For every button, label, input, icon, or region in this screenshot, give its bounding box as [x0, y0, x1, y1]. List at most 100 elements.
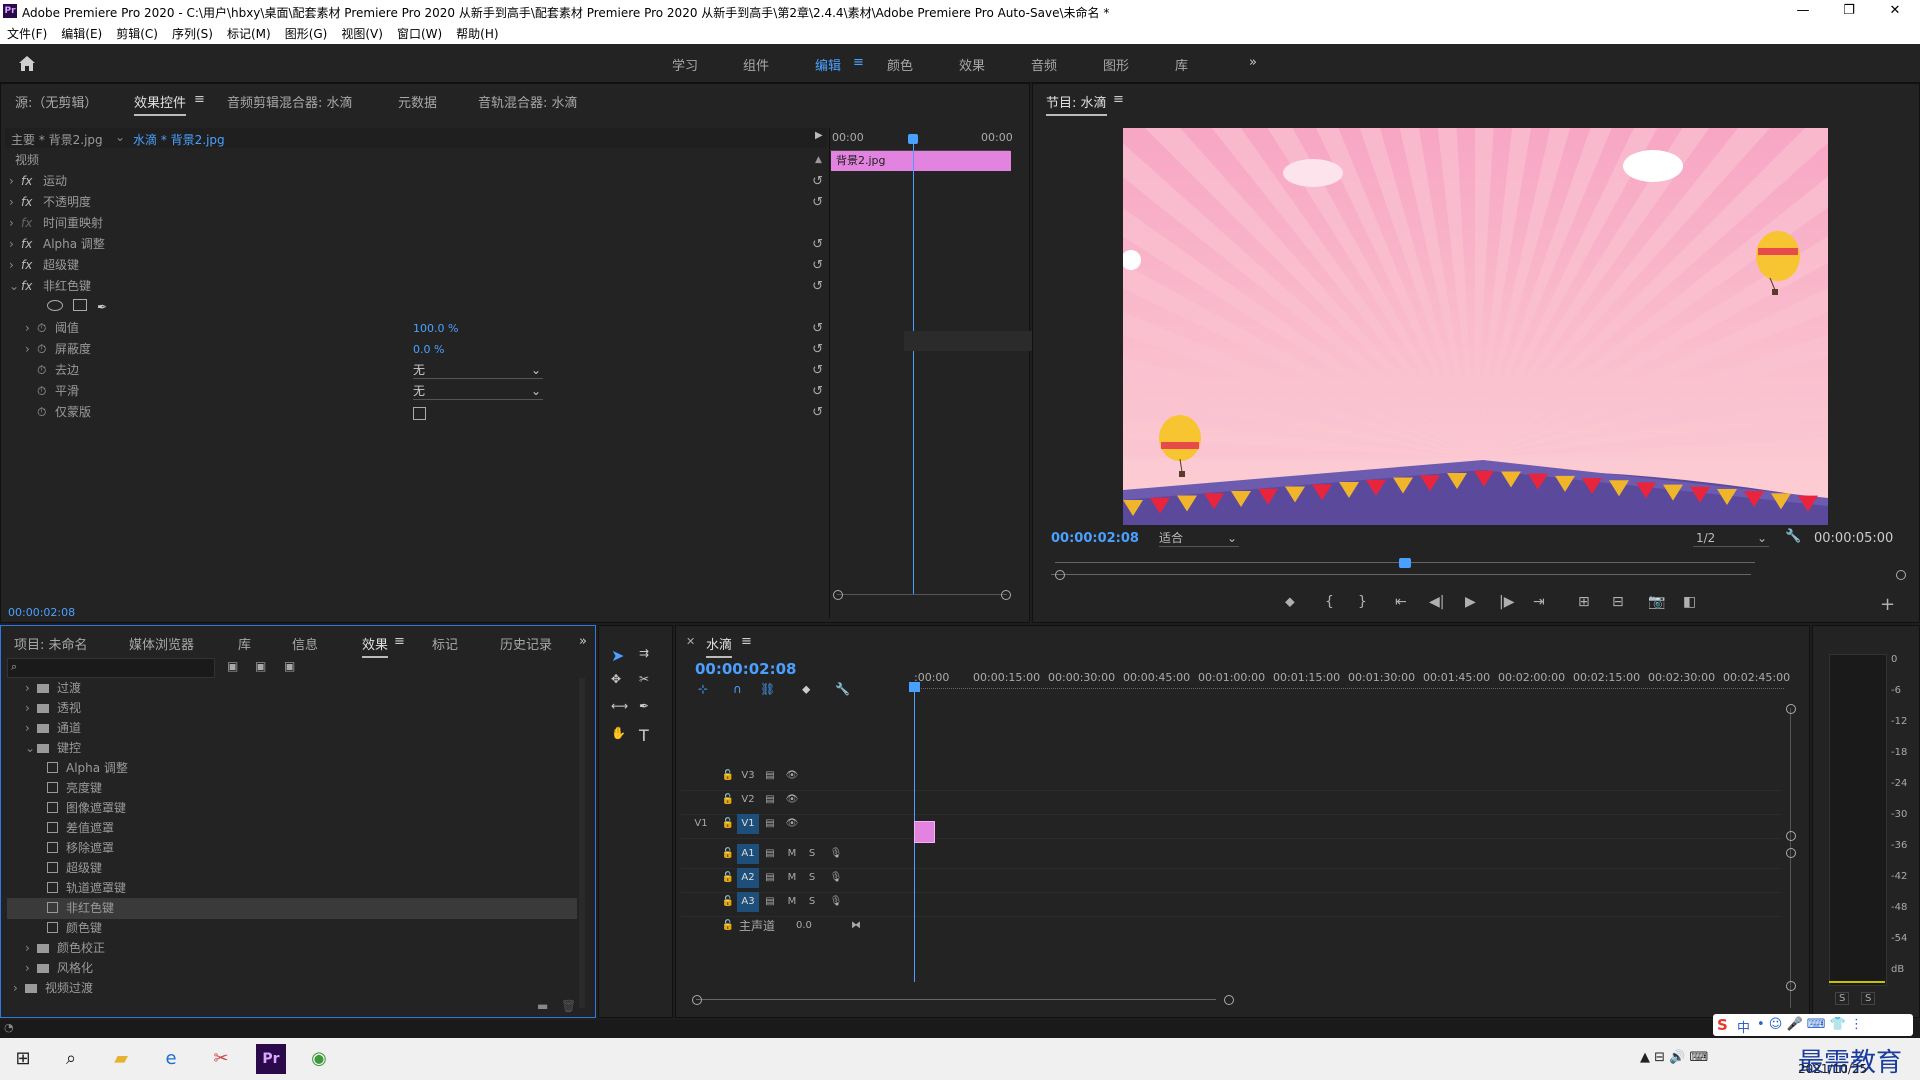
mask-only-checkbox[interactable] — [413, 407, 426, 420]
panel-menu-icon[interactable]: ≡ — [394, 634, 405, 649]
add-button-icon[interactable]: + — [1880, 594, 1895, 615]
tab-media-browser[interactable]: 媒体浏览器 — [129, 634, 194, 653]
param-value[interactable]: 0.0 % — [413, 339, 444, 360]
ec-timecode[interactable]: 00:00:02:08 — [8, 606, 75, 619]
track-target[interactable]: V1 — [737, 814, 759, 834]
menu-clip[interactable]: 剪辑(C) — [109, 24, 165, 44]
workspace-color[interactable]: 颜色 — [887, 55, 913, 74]
more-tabs-icon[interactable]: » — [579, 634, 587, 649]
nest-toggle-icon[interactable]: ⊹ — [698, 682, 708, 696]
fx-badge-icon[interactable]: fx — [21, 276, 43, 297]
ec-clip-bar[interactable]: 背景2.jpg — [831, 151, 1011, 171]
disclosure-icon[interactable]: › — [25, 718, 37, 739]
disclosure-icon[interactable]: › — [9, 255, 21, 276]
track-target[interactable]: V3 — [737, 766, 759, 786]
tab-effect-controls[interactable]: 效果控件 — [134, 92, 187, 116]
video-track-row[interactable]: 🔓 V2 ▤ 👁 — [681, 790, 1781, 815]
step-back-icon[interactable]: ◀| — [1429, 594, 1444, 610]
folder-item[interactable]: › 通道 — [7, 718, 577, 739]
go-to-in-icon[interactable]: ⇤ — [1395, 594, 1407, 610]
effect-item[interactable]: 超级键 — [7, 858, 577, 879]
param-row[interactable]: ⏱ 平滑无 ⌄ ↺ — [25, 381, 827, 402]
effect-item[interactable]: Alpha 调整 — [7, 758, 577, 779]
sync-lock-icon[interactable]: ▤ — [763, 844, 777, 864]
eye-icon[interactable]: 👁 — [785, 766, 799, 786]
menu-view[interactable]: 视图(V) — [334, 24, 390, 44]
home-icon[interactable] — [17, 54, 37, 72]
tab-audio-track-mixer[interactable]: 音轨混合器: 水滴 — [478, 92, 578, 111]
pen-mask-icon[interactable]: ✒ — [97, 300, 107, 314]
reset-icon[interactable]: ↺ — [812, 234, 823, 255]
audio-track-row[interactable]: 🔓 A1 ▤ M S 🎙 — [681, 844, 1781, 869]
workspace-libraries[interactable]: 库 — [1175, 55, 1188, 74]
effect-item[interactable]: 非红色键 — [7, 898, 577, 919]
ime-language[interactable]: 中 — [1737, 1017, 1750, 1036]
workspace-graphics[interactable]: 图形 — [1103, 55, 1129, 74]
stopwatch-icon[interactable]: ⏱ — [37, 360, 55, 381]
step-forward-icon[interactable]: |▶ — [1499, 594, 1514, 610]
sync-lock-icon[interactable]: ▤ — [763, 790, 777, 810]
minimize-button[interactable]: — — [1780, 0, 1826, 24]
video-track-row[interactable]: V1 🔓 V1 ▤ 👁 — [681, 814, 1781, 839]
ime-tools-icons[interactable]: • ☺ 🎤 ⌨ 👕 ⋮ — [1757, 1017, 1863, 1032]
effects-search-input[interactable] — [24, 659, 213, 677]
disclosure-icon[interactable]: ⌄ — [9, 276, 21, 297]
go-to-out-icon[interactable]: ⇥ — [1533, 594, 1545, 610]
add-marker-icon[interactable]: ⬥ — [802, 682, 810, 697]
vscroll-mid-handle[interactable] — [1786, 831, 1796, 841]
ec-playhead-handle[interactable] — [908, 134, 918, 144]
chevron-down-icon[interactable]: ⌄ — [115, 130, 125, 144]
close-button[interactable]: ✕ — [1872, 0, 1918, 24]
folder-item[interactable]: › 过渡 — [7, 678, 577, 699]
stopwatch-icon[interactable]: ⏱ — [37, 381, 55, 402]
resolution-select[interactable]: 1/2 ⌄ — [1693, 530, 1769, 547]
mark-in-icon[interactable]: { — [1325, 594, 1334, 610]
timeline-settings-wrench-icon[interactable]: 🔧 — [835, 682, 850, 696]
program-playhead[interactable] — [1399, 558, 1411, 568]
ime-toolbar[interactable]: S 中 • ☺ 🎤 ⌨ 👕 ⋮ — [1713, 1014, 1913, 1036]
extract-icon[interactable]: ⊟ — [1612, 594, 1624, 610]
disclosure-icon[interactable]: › — [25, 318, 37, 339]
stopwatch-icon[interactable]: ⏱ — [37, 402, 55, 423]
workspace-menu-icon[interactable]: ≡ — [853, 55, 864, 70]
solo-button[interactable]: S — [805, 844, 819, 864]
panel-menu-icon[interactable]: ≡ — [1113, 92, 1124, 107]
tab-source[interactable]: 源:（无剪辑） — [15, 92, 97, 111]
32bit-effects-icon[interactable]: ▣ — [255, 659, 266, 673]
pen-tool-icon[interactable]: ✒ — [639, 699, 649, 713]
audio-track-row[interactable]: 🔓 A2 ▤ M S 🎙 — [681, 868, 1781, 893]
vscroll-bottom-handle[interactable] — [1786, 981, 1796, 991]
accelerated-effects-icon[interactable]: ▣ — [227, 659, 238, 673]
hscroll-start-handle[interactable] — [692, 995, 702, 1005]
fx-badge-icon[interactable]: fx — [21, 192, 43, 213]
maximize-button[interactable]: ❐ — [1826, 0, 1872, 24]
master-clip-label[interactable]: 主要 * 背景2.jpg — [11, 131, 103, 148]
microphone-icon[interactable]: 🎙 — [829, 844, 843, 864]
delete-icon[interactable]: 🗑 — [561, 999, 576, 1013]
type-tool-icon[interactable]: T — [639, 726, 649, 745]
scroll-up-icon[interactable]: ▲ — [815, 150, 822, 171]
sync-lock-icon[interactable]: ▤ — [763, 868, 777, 888]
workspace-editing[interactable]: 编辑 — [815, 55, 841, 74]
effect-row[interactable]: › fx Alpha 调整 ↺ — [9, 234, 827, 255]
snipping-tool-icon[interactable]: ✂ — [208, 1046, 234, 1072]
mute-button[interactable]: M — [785, 892, 799, 912]
stopwatch-icon[interactable]: ⏱ — [37, 339, 55, 360]
workspace-more-button[interactable]: » — [1249, 55, 1257, 70]
reset-icon[interactable]: ↺ — [812, 402, 823, 423]
fx-badge-icon[interactable]: fx — [21, 255, 43, 276]
lock-icon[interactable]: 🔓 — [721, 790, 735, 810]
disclosure-icon[interactable]: › — [25, 958, 37, 979]
lock-icon[interactable]: 🔓 — [721, 766, 735, 786]
workspace-audio[interactable]: 音频 — [1031, 55, 1057, 74]
menu-edit[interactable]: 编辑(E) — [54, 24, 109, 44]
close-tab-icon[interactable]: ✕ — [686, 635, 695, 648]
disclosure-icon[interactable]: › — [13, 978, 25, 999]
ripple-edit-tool-icon[interactable]: ✥ — [611, 672, 621, 686]
track-target[interactable]: A1 — [737, 844, 759, 864]
track-select-tool-icon[interactable]: ⇉ — [639, 646, 649, 660]
v1-clip[interactable] — [914, 821, 935, 843]
solo-left-button[interactable]: S — [1835, 992, 1850, 1005]
vertical-scrollbar[interactable] — [1790, 708, 1791, 1008]
reset-icon[interactable]: ↺ — [812, 381, 823, 402]
